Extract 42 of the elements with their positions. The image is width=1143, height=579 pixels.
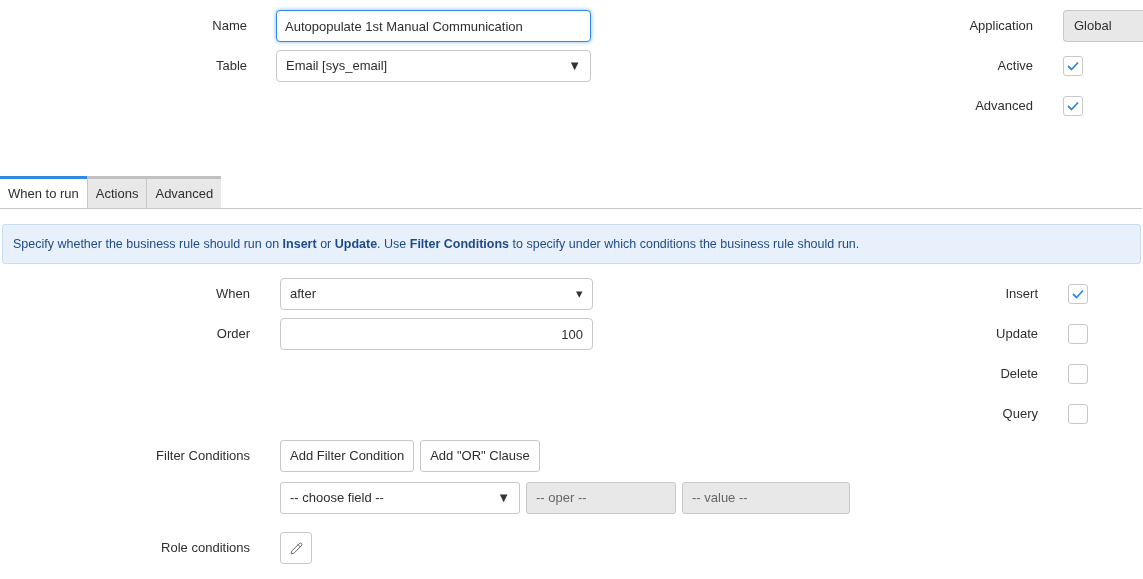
tab[interactable]: Advanced xyxy=(146,176,222,208)
field-label: Order xyxy=(215,325,250,344)
field-label: Advanced xyxy=(974,97,1033,116)
checkbox[interactable] xyxy=(1068,364,1088,384)
filter-button[interactable]: Add Filter Condition xyxy=(280,440,415,472)
checkbox[interactable] xyxy=(1068,284,1088,304)
field-label: Update xyxy=(995,325,1038,344)
application-field: Global xyxy=(1063,10,1143,42)
dropdown-arrow-icon: ▼ xyxy=(497,488,510,508)
tab[interactable]: Actions xyxy=(86,176,147,208)
checkbox[interactable] xyxy=(1068,404,1088,424)
field-label: When xyxy=(215,285,250,304)
field-label: Table xyxy=(214,57,247,76)
field-label: Active xyxy=(996,57,1033,76)
choose-field-select[interactable]: -- choose field -- ▼ xyxy=(280,482,520,514)
value-field: -- value -- xyxy=(682,482,850,514)
checkmark-icon xyxy=(1072,289,1084,299)
checkbox[interactable] xyxy=(1063,56,1083,76)
checkmark-icon xyxy=(1067,101,1079,111)
checkbox[interactable] xyxy=(1063,96,1083,116)
select-value: Email [sys_email] xyxy=(286,57,388,76)
select-value: after xyxy=(290,285,316,304)
field-label: Role conditions xyxy=(160,539,250,558)
name-field[interactable]: Autopopulate 1st Manual Communication xyxy=(276,10,591,42)
info-message: Specify whether the business rule should run on Insert or Update. Use Filter Conditions to specify under which conditions the business rule should run. xyxy=(2,224,1141,264)
dropdown-arrow-icon: ▼ xyxy=(568,56,581,76)
field-label: Name xyxy=(211,17,247,36)
field-label: Query xyxy=(1001,405,1038,424)
edit-button[interactable] xyxy=(280,532,312,564)
filter-button[interactable]: Add "OR" Clause xyxy=(420,440,540,472)
field-label: Delete xyxy=(999,365,1038,384)
field-label: Insert xyxy=(1004,285,1038,304)
select-field[interactable]: after ▾ xyxy=(280,278,593,310)
checkbox[interactable] xyxy=(1068,324,1088,344)
field-label: Filter Conditions xyxy=(155,447,250,465)
select-value: -- choose field -- xyxy=(290,489,384,508)
checkmark-icon xyxy=(1067,61,1079,71)
select-field[interactable]: Email [sys_email] ▼ xyxy=(276,50,591,82)
order-field[interactable]: 100 xyxy=(280,318,593,350)
field-label: Application xyxy=(968,17,1033,36)
dropdown-arrow-icon: ▾ xyxy=(576,284,583,304)
pencil-icon xyxy=(289,541,303,555)
